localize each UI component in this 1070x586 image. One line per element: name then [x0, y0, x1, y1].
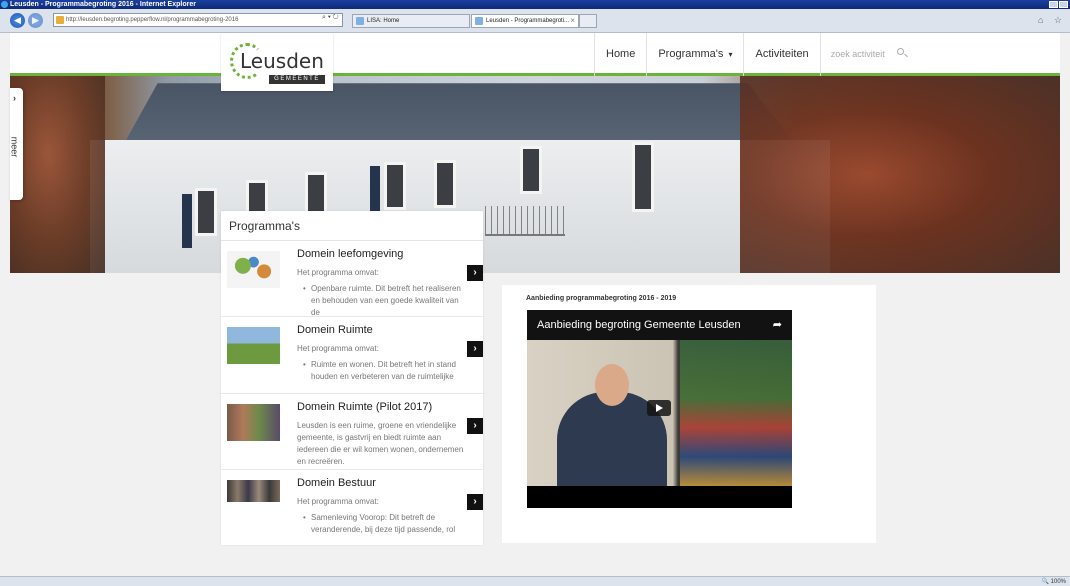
window-title: Leusden - Programmabegroting 2016 - Inte…	[10, 1, 196, 8]
programma-item[interactable]: Domein Ruimte Het programma omvat: Ruimt…	[221, 317, 483, 394]
programma-title[interactable]: Domein Ruimte (Pilot 2017)	[297, 401, 432, 413]
play-icon[interactable]	[647, 400, 671, 416]
tab-close-icon[interactable]: ×	[570, 15, 575, 27]
programmas-title: Programma's	[221, 211, 483, 241]
tab-favicon-icon	[356, 17, 364, 25]
programma-subtitle: Het programma omvat:	[297, 268, 379, 277]
nav-activiteiten[interactable]: Activiteiten	[743, 33, 819, 76]
caret-down-icon: ▾	[728, 50, 733, 59]
search-input[interactable]: zoek activiteit	[819, 33, 937, 76]
programma-subtitle: Het programma omvat:	[297, 344, 379, 353]
video-card-label: Aanbieding programmabegroting 2016 - 201…	[526, 295, 677, 302]
video-card: Aanbieding programmabegroting 2016 - 201…	[502, 285, 876, 543]
ie-logo-icon	[1, 1, 8, 8]
programma-bullet: Samenleving Voorop: Dit betreft de veran…	[303, 512, 461, 536]
programma-title[interactable]: Domein leefomgeving	[297, 248, 403, 260]
site-favicon-icon	[56, 16, 64, 24]
browser-toolbar: ◀ ▶ http://leusden.begroting.pepperflow.…	[0, 9, 1070, 33]
programma-description: Leusden is een ruime, groene en vriendel…	[297, 421, 464, 466]
video-player[interactable]: Aanbieding begroting Gemeente Leusden ➦	[527, 310, 792, 508]
side-tab-label: meer	[9, 136, 20, 158]
chevron-right-icon[interactable]: ›	[467, 265, 483, 281]
zoom-level[interactable]: 🔍 100%	[1042, 578, 1066, 585]
programma-title[interactable]: Domein Ruimte	[297, 324, 373, 336]
chevron-right-icon: ›	[13, 93, 16, 103]
chevron-right-icon[interactable]: ›	[467, 494, 483, 510]
main-nav: Home Programma's ▾ Activiteiten zoek act…	[594, 33, 937, 76]
nav-programmas-label: Programma's	[658, 48, 724, 60]
site-logo[interactable]: Leusden GEMEENTE	[221, 33, 333, 91]
hero-image	[10, 76, 1060, 273]
programma-bullet: Openbare ruimte. Dit betreft het realise…	[303, 283, 461, 316]
forward-button[interactable]: ▶	[28, 13, 43, 28]
nav-programmas[interactable]: Programma's ▾	[646, 33, 743, 76]
chevron-right-icon[interactable]: ›	[467, 418, 483, 434]
search-placeholder: zoek activiteit	[830, 49, 885, 59]
logo-subtitle: GEMEENTE	[269, 75, 325, 84]
programma-title[interactable]: Domein Bestuur	[297, 477, 376, 489]
chevron-right-icon[interactable]: ›	[467, 341, 483, 357]
programma-thumbnail	[227, 480, 280, 502]
address-url: http://leusden.begroting.pepperflow.nl/p…	[66, 17, 239, 23]
address-bar[interactable]: http://leusden.begroting.pepperflow.nl/p…	[53, 13, 343, 27]
home-favorites-icons[interactable]: ⌂ ☆	[1038, 15, 1066, 26]
programma-item[interactable]: Domein leefomgeving Het programma omvat:…	[221, 241, 483, 317]
back-button[interactable]: ◀	[10, 13, 25, 28]
programma-thumbnail	[227, 251, 280, 288]
logo-text: Leusden	[240, 49, 324, 73]
programma-subtitle: Het programma omvat:	[297, 497, 379, 506]
nav-home[interactable]: Home	[594, 33, 646, 76]
maximize-icon[interactable]	[1059, 1, 1068, 8]
programma-item[interactable]: Domein Ruimte (Pilot 2017) Leusden is ee…	[221, 394, 483, 470]
minimize-icon[interactable]	[1049, 1, 1058, 8]
programma-item[interactable]: Domein Bestuur Het programma omvat: Same…	[221, 470, 483, 545]
programma-thumbnail	[227, 327, 280, 364]
programma-thumbnail	[227, 404, 280, 441]
browser-tab-leusden[interactable]: Leusden - Programmabegroti... ×	[471, 14, 579, 28]
programmas-card: Programma's Domein leefomgeving Het prog…	[221, 211, 483, 545]
video-title[interactable]: Aanbieding begroting Gemeente Leusden	[527, 310, 792, 340]
tab-label: LISA: Home	[367, 18, 400, 24]
browser-title-bar: Leusden - Programmabegroting 2016 - Inte…	[0, 0, 1070, 9]
address-tools[interactable]: ⌕ ▾ ↻	[322, 14, 339, 22]
browser-tab-lisa[interactable]: LISA: Home	[352, 14, 470, 28]
tab-label: Leusden - Programmabegroti...	[486, 18, 570, 24]
new-tab-button[interactable]	[579, 14, 597, 28]
share-icon[interactable]: ➦	[773, 318, 782, 331]
tab-favicon-icon	[475, 17, 483, 25]
browser-status-bar: 🔍 100%	[0, 576, 1070, 586]
window-controls	[1049, 1, 1068, 8]
programma-bullet: Ruimte en wonen. Dit betreft het in stan…	[303, 359, 461, 383]
side-tab-meer[interactable]: › meer	[9, 88, 23, 200]
search-icon[interactable]	[896, 48, 904, 55]
